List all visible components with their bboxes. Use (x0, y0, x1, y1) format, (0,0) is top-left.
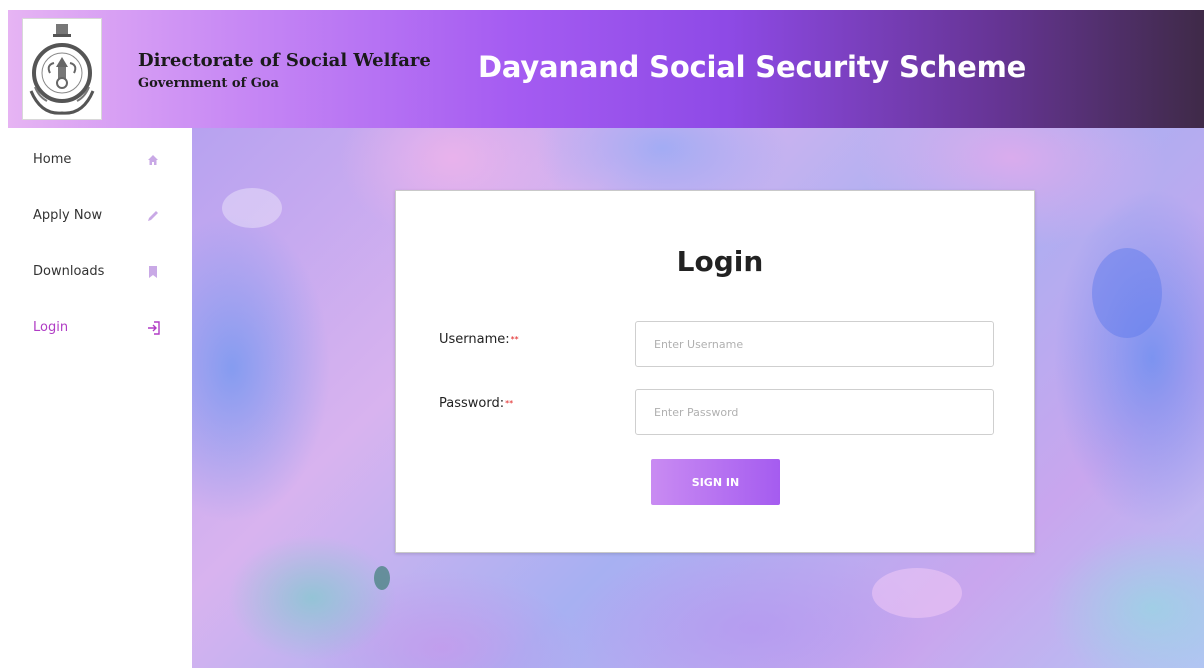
background-speck (222, 188, 282, 228)
sidebar-item-login[interactable]: Login (0, 312, 192, 352)
government-emblem-logo (22, 18, 102, 120)
password-label: Password:** (439, 396, 514, 411)
pencil-icon (146, 208, 160, 224)
sign-in-button[interactable]: SIGN IN (651, 459, 780, 505)
sidebar-item-downloads[interactable]: Downloads (0, 256, 192, 296)
sidebar-item-label: Apply Now (33, 208, 103, 223)
emblem-icon (29, 24, 95, 115)
login-icon (146, 320, 160, 336)
login-title: Login (676, 245, 764, 278)
sidebar-item-label: Home (33, 152, 72, 167)
sidebar-item-label: Login (33, 320, 69, 335)
home-icon (146, 152, 160, 168)
site-header: Directorate of Social Welfare Government… (8, 10, 1204, 128)
username-input[interactable] (635, 321, 994, 367)
required-mark: ** (505, 399, 514, 408)
background-speck (374, 566, 390, 590)
sidebar-item-apply-now[interactable]: Apply Now (0, 200, 192, 240)
scheme-title: Dayanand Social Security Scheme (478, 50, 1027, 84)
page: Directorate of Social Welfare Government… (0, 0, 1204, 668)
login-card: Login Username:** Password:** SIGN IN (395, 190, 1035, 553)
username-label: Username:** (439, 332, 519, 347)
sidebar-item-home[interactable]: Home (0, 144, 192, 184)
required-mark: ** (510, 335, 519, 344)
org-subtitle: Government of Goa (138, 76, 279, 91)
org-title: Directorate of Social Welfare (138, 50, 431, 71)
bookmark-icon (146, 264, 160, 280)
password-input[interactable] (635, 389, 994, 435)
background-speck (1092, 248, 1162, 338)
sidebar-nav: Home Apply Now Downloads Login (0, 128, 192, 668)
background-speck (872, 568, 962, 618)
sidebar-item-label: Downloads (33, 264, 105, 279)
